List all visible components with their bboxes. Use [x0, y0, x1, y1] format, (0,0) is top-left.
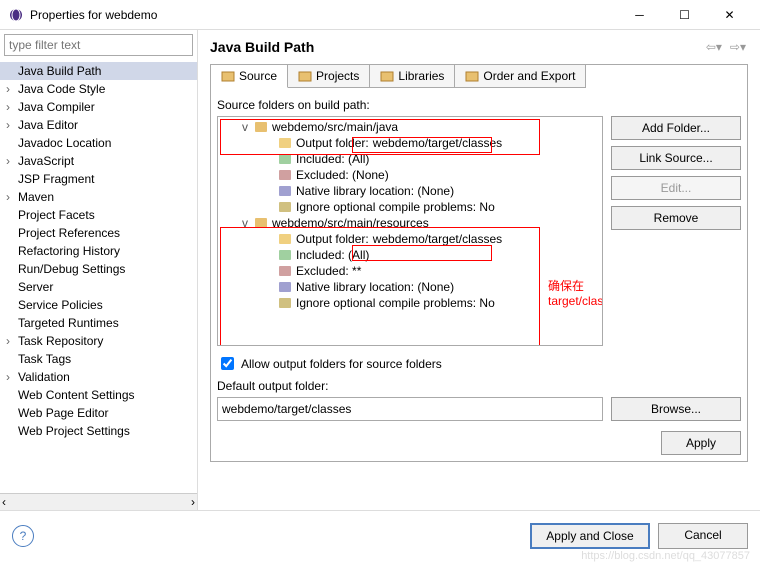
remove-button[interactable]: Remove	[611, 206, 741, 230]
sidebar-item-project-facets[interactable]: Project Facets	[0, 206, 197, 224]
sidebar-tree[interactable]: Java Build PathJava Code StyleJava Compi…	[0, 60, 197, 493]
eclipse-icon	[8, 7, 24, 23]
sidebar-item-task-tags[interactable]: Task Tags	[0, 350, 197, 368]
output-icon	[278, 136, 292, 150]
page-title: Java Build Path	[210, 39, 704, 55]
sidebar-item-jsp-fragment[interactable]: JSP Fragment	[0, 170, 197, 188]
sidebar-item-refactoring-history[interactable]: Refactoring History	[0, 242, 197, 260]
maximize-button[interactable]: ☐	[662, 0, 707, 30]
forward-icon[interactable]: ⇨▾	[728, 38, 748, 56]
minimize-button[interactable]: ─	[617, 0, 662, 30]
sidebar-item-web-content-settings[interactable]: Web Content Settings	[0, 386, 197, 404]
source-folders-tree[interactable]: 确保在target/classes vwebdemo/src/main/java…	[217, 116, 603, 346]
allow-output-checkbox[interactable]	[221, 357, 234, 370]
sidebar-item-web-project-settings[interactable]: Web Project Settings	[0, 422, 197, 440]
tab-order-and-export[interactable]: Order and Export	[455, 65, 586, 88]
sidebar-scrollbar-x[interactable]: ‹›	[0, 493, 197, 510]
link-source-button[interactable]: Link Source...	[611, 146, 741, 170]
sidebar-item-javadoc-location[interactable]: Javadoc Location	[0, 134, 197, 152]
sidebar-item-maven[interactable]: Maven	[0, 188, 197, 206]
project-icon	[298, 69, 312, 83]
chevron-down-icon: v	[240, 216, 250, 230]
sidebar-item-server[interactable]: Server	[0, 278, 197, 296]
apply-button[interactable]: Apply	[661, 431, 741, 455]
add-folder-button[interactable]: Add Folder...	[611, 116, 741, 140]
ignore-icon	[278, 200, 292, 214]
tree-node-native[interactable]: Native library location: (None)	[220, 183, 600, 199]
close-button[interactable]: ✕	[707, 0, 752, 30]
tree-node-ignore[interactable]: Ignore optional compile problems: No	[220, 199, 600, 215]
edit-button: Edit...	[611, 176, 741, 200]
sidebar-item-service-policies[interactable]: Service Policies	[0, 296, 197, 314]
excluded-icon	[278, 264, 292, 278]
window-title: Properties for webdemo	[30, 8, 617, 22]
ignore-icon	[278, 296, 292, 310]
chevron-down-icon: v	[240, 120, 250, 134]
sidebar-item-java-editor[interactable]: Java Editor	[0, 116, 197, 134]
tree-node-folder[interactable]: vwebdemo/src/main/java	[220, 119, 600, 135]
native-icon	[278, 280, 292, 294]
tree-node-excluded[interactable]: Excluded: (None)	[220, 167, 600, 183]
default-output-label: Default output folder:	[217, 379, 741, 393]
back-icon[interactable]: ⇦▾	[704, 38, 724, 56]
default-output-input[interactable]	[217, 397, 603, 421]
tab-source[interactable]: Source	[211, 65, 288, 88]
browse-button[interactable]: Browse...	[611, 397, 741, 421]
tree-node-folder[interactable]: vwebdemo/src/main/resources	[220, 215, 600, 231]
tab-libraries[interactable]: Libraries	[370, 65, 455, 88]
tree-node-included[interactable]: Included: (All)	[220, 151, 600, 167]
allow-output-label: Allow output folders for source folders	[241, 357, 442, 371]
tree-node-output[interactable]: Output folder: webdemo/target/classes	[220, 135, 600, 151]
folder-icon	[254, 216, 268, 230]
sidebar-item-targeted-runtimes[interactable]: Targeted Runtimes	[0, 314, 197, 332]
sidebar-item-run-debug-settings[interactable]: Run/Debug Settings	[0, 260, 197, 278]
excluded-icon	[278, 168, 292, 182]
folder-icon	[221, 69, 235, 83]
folder-icon	[254, 120, 268, 134]
apply-close-button[interactable]: Apply and Close	[530, 523, 650, 549]
tab-projects[interactable]: Projects	[288, 65, 370, 88]
included-icon	[278, 248, 292, 262]
tree-node-excluded[interactable]: Excluded: **	[220, 263, 600, 279]
help-icon[interactable]: ?	[12, 525, 34, 547]
tabs: SourceProjectsLibrariesOrder and Export	[210, 64, 748, 88]
sidebar-item-project-references[interactable]: Project References	[0, 224, 197, 242]
watermark: https://blog.csdn.net/qq_43077857	[581, 550, 750, 562]
cancel-button[interactable]: Cancel	[658, 523, 748, 549]
tree-node-output[interactable]: Output folder: webdemo/target/classes	[220, 231, 600, 247]
sidebar-item-task-repository[interactable]: Task Repository	[0, 332, 197, 350]
annotation: 确保在target/classes	[548, 277, 603, 308]
sidebar-item-javascript[interactable]: JavaScript	[0, 152, 197, 170]
included-icon	[278, 152, 292, 166]
tree-node-native[interactable]: Native library location: (None)	[220, 279, 600, 295]
native-icon	[278, 184, 292, 198]
build-path-label: Source folders on build path:	[217, 98, 741, 112]
tree-node-ignore[interactable]: Ignore optional compile problems: No	[220, 295, 600, 311]
sidebar-item-java-compiler[interactable]: Java Compiler	[0, 98, 197, 116]
sidebar-item-java-build-path[interactable]: Java Build Path	[0, 62, 197, 80]
tree-node-included[interactable]: Included: (All)	[220, 247, 600, 263]
library-icon	[380, 69, 394, 83]
sidebar-item-validation[interactable]: Validation	[0, 368, 197, 386]
sidebar-item-web-page-editor[interactable]: Web Page Editor	[0, 404, 197, 422]
order-icon	[465, 69, 479, 83]
filter-input[interactable]	[4, 34, 193, 56]
sidebar-item-java-code-style[interactable]: Java Code Style	[0, 80, 197, 98]
output-icon	[278, 232, 292, 246]
